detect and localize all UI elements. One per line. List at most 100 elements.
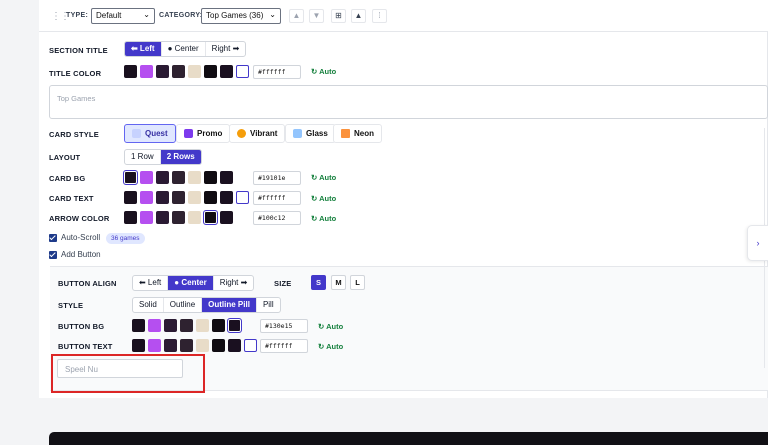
swatch[interactable] (140, 191, 153, 204)
card-style-promo[interactable]: Promo (176, 124, 231, 143)
button-align-center-option[interactable]: ● Center (168, 276, 214, 290)
card-text-hex-input[interactable]: #ffffff (253, 191, 301, 205)
swatch-selected[interactable] (236, 191, 249, 204)
type-select-value: Default (96, 11, 122, 20)
align-right-option[interactable]: Right ➡ (206, 42, 246, 56)
swatch[interactable] (156, 171, 169, 184)
title-color-hex-input[interactable]: #ffffff (253, 65, 301, 79)
swatch[interactable] (132, 339, 145, 352)
swatch[interactable] (204, 171, 217, 184)
layout-2rows-option[interactable]: 2 Rows (160, 150, 201, 164)
move-down-button[interactable]: ▼ (309, 9, 324, 23)
swatch[interactable] (212, 339, 225, 352)
swatch[interactable] (156, 191, 169, 204)
collapse-button[interactable]: ▲ (351, 9, 366, 23)
style-pill-option[interactable]: Pill (257, 298, 280, 312)
swatch[interactable] (220, 211, 233, 224)
duplicate-button[interactable]: ⊞ (331, 9, 346, 23)
button-bg-swatches (132, 318, 242, 333)
swatch-selected[interactable] (244, 339, 257, 352)
swords-icon (132, 129, 141, 138)
style-outline-pill-option[interactable]: Outline Pill (202, 298, 257, 312)
swatch[interactable] (188, 171, 201, 184)
style-solid-option[interactable]: Solid (133, 298, 164, 312)
swatch[interactable] (228, 339, 241, 352)
button-text-hex-input[interactable]: #ffffff (260, 339, 308, 353)
swatch[interactable] (140, 65, 153, 78)
swatch[interactable] (204, 191, 217, 204)
chevron-down-icon: ⌄ (143, 10, 150, 19)
button-align-right-option[interactable]: Right ➡ (214, 276, 254, 290)
size-s-button[interactable]: S (311, 275, 326, 290)
card-style-quest[interactable]: Quest (124, 124, 176, 143)
swatch[interactable] (188, 211, 201, 224)
button-text-auto-button[interactable]: ↻ Auto (318, 342, 343, 351)
button-align-left-option[interactable]: ⬅ Left (133, 276, 169, 290)
more-button[interactable]: ⁞ (372, 9, 387, 23)
swatch[interactable] (196, 319, 209, 332)
card-bg-auto-button[interactable]: ↻ Auto (311, 173, 336, 182)
swatch[interactable] (156, 65, 169, 78)
add-button-checkbox[interactable] (49, 251, 57, 259)
swatch-selected[interactable] (236, 65, 249, 78)
swatch[interactable] (172, 65, 185, 78)
settings-panel: ⋮⋮ TYPE: Default ⌄ CATEGORY: Top Games (… (39, 0, 768, 398)
card-style-promo-label: Promo (197, 129, 223, 138)
align-center-option[interactable]: ● Center (162, 42, 206, 56)
move-up-button[interactable]: ▲ (289, 9, 304, 23)
title-color-auto-button[interactable]: ↻ Auto (311, 67, 336, 76)
swatch[interactable] (204, 65, 217, 78)
swatch[interactable] (188, 65, 201, 78)
auto-scroll-label: Auto-Scroll (61, 233, 101, 242)
swatch[interactable] (196, 339, 209, 352)
card-style-neon[interactable]: Neon (333, 124, 382, 143)
swatch[interactable] (164, 319, 177, 332)
button-bg-hex-input[interactable]: #130e15 (260, 319, 308, 333)
button-bg-label: BUTTON BG (58, 322, 105, 331)
swatch[interactable] (188, 191, 201, 204)
style-outline-option[interactable]: Outline (164, 298, 203, 312)
swatch[interactable] (220, 191, 233, 204)
swatch[interactable] (220, 65, 233, 78)
swatch[interactable] (124, 65, 137, 78)
swatch[interactable] (220, 171, 233, 184)
title-textarea[interactable]: Top Games (49, 85, 768, 119)
arrow-color-label: ARROW COLOR (49, 214, 110, 223)
swatch[interactable] (148, 339, 161, 352)
button-align-label: BUTTON ALIGN (58, 279, 117, 288)
arrow-color-auto-button[interactable]: ↻ Auto (311, 214, 336, 223)
size-l-button[interactable]: L (350, 275, 365, 290)
swatch-selected[interactable] (123, 170, 138, 185)
card-text-auto-button[interactable]: ↻ Auto (311, 194, 336, 203)
swatch[interactable] (140, 171, 153, 184)
swatch[interactable] (172, 211, 185, 224)
swatch[interactable] (124, 211, 137, 224)
swatch[interactable] (180, 319, 193, 332)
align-left-option[interactable]: ⬅ Left (125, 42, 162, 56)
swatch[interactable] (124, 191, 137, 204)
swatch[interactable] (172, 171, 185, 184)
size-m-button[interactable]: M (331, 275, 346, 290)
swatch[interactable] (140, 211, 153, 224)
swatch[interactable] (132, 319, 145, 332)
swatch[interactable] (148, 319, 161, 332)
button-text-swatches (132, 339, 257, 352)
layout-1row-option[interactable]: 1 Row (125, 150, 161, 164)
category-select[interactable]: Top Games (36) ⌄ (201, 8, 281, 24)
swatch[interactable] (212, 319, 225, 332)
swatch[interactable] (180, 339, 193, 352)
swatch-selected[interactable] (203, 210, 218, 225)
swatch[interactable] (172, 191, 185, 204)
swatch-selected[interactable] (227, 318, 242, 333)
card-style-glass[interactable]: Glass (285, 124, 336, 143)
arrow-color-hex-input[interactable]: #100c12 (253, 211, 301, 225)
type-select[interactable]: Default ⌄ (91, 8, 155, 24)
card-style-vibrant[interactable]: Vibrant (229, 124, 286, 143)
card-bg-hex-input[interactable]: #19101e (253, 171, 301, 185)
auto-scroll-checkbox[interactable] (49, 234, 57, 242)
button-bg-auto-button[interactable]: ↻ Auto (318, 322, 343, 331)
chevron-right-icon[interactable]: › (747, 225, 768, 261)
swatch[interactable] (156, 211, 169, 224)
card-style-vibrant-label: Vibrant (250, 129, 278, 138)
swatch[interactable] (164, 339, 177, 352)
